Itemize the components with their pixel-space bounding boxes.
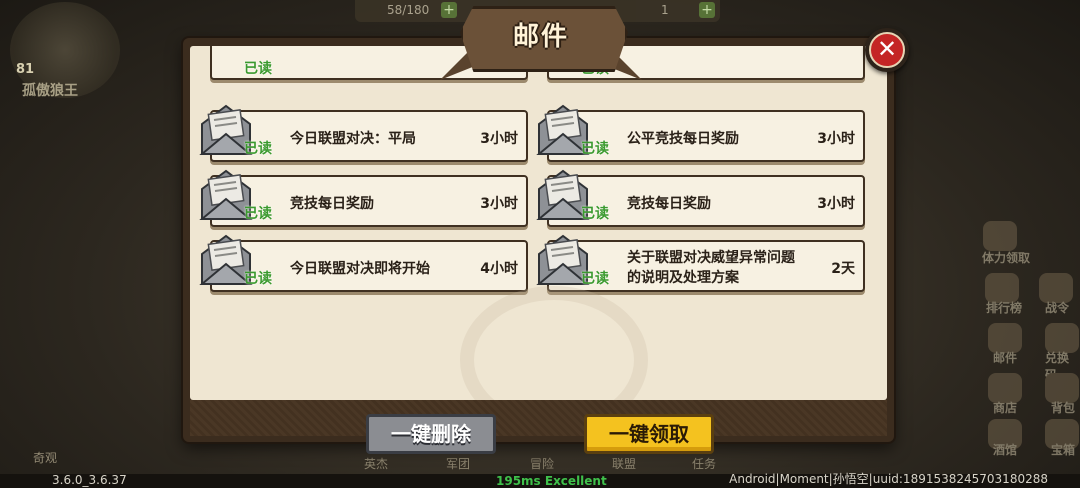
dialog-footer — [190, 400, 887, 436]
side-label-mail[interactable]: 邮件 — [993, 349, 1017, 366]
mail-age: 3小时 — [817, 131, 855, 147]
gem-value: 1 — [661, 3, 669, 17]
mail-age: 3小时 — [480, 131, 518, 147]
dialog-title: 邮件 — [512, 22, 569, 52]
side-menu: 体力领取 排行榜 战令 邮件 兑换码 商店 背包 酒馆 宝箱 — [915, 215, 1080, 458]
mail-age: 2天 — [831, 261, 855, 277]
side-label-leaderboard[interactable]: 排行榜 — [986, 299, 1022, 316]
nav-tasks[interactable]: 任务 — [692, 455, 716, 472]
mail-read-status: 已读 — [244, 141, 272, 157]
close-button[interactable]: ✕ — [865, 28, 909, 72]
add-stamina-button[interactable]: + — [441, 2, 457, 18]
side-label-stamina[interactable]: 体力领取 — [982, 249, 1030, 266]
mail-card[interactable]: 已读 竞技每日奖励 3小时 — [199, 169, 528, 227]
stamina-claim-icon[interactable] — [983, 221, 1017, 251]
side-label-chest[interactable]: 宝箱 — [1051, 441, 1075, 458]
mail-read-status: 已读 — [244, 271, 272, 287]
mail-age: 4小时 — [480, 261, 518, 277]
add-gem-button[interactable]: + — [699, 2, 715, 18]
mail-subject: 今日联盟对决：平局 — [290, 131, 416, 147]
mail-card[interactable]: 已读 竞技每日奖励 3小时 — [536, 169, 865, 227]
mail-card[interactable]: 已读 关于联盟对决威望异常问题的说明及处理方案 2天 — [536, 234, 865, 292]
mail-age: 3小时 — [817, 196, 855, 212]
side-label-backpack[interactable]: 背包 — [1051, 399, 1075, 416]
mail-read-status: 已读 — [581, 141, 609, 157]
mail-subject: 竞技每日奖励 — [290, 196, 374, 212]
nav-alliance[interactable]: 联盟 — [612, 455, 636, 472]
mail-read-status: 已读 — [581, 206, 609, 222]
nav-heroes[interactable]: 英杰 — [364, 455, 388, 472]
delete-all-button[interactable]: 一键删除 — [366, 414, 496, 454]
nav-wonders[interactable]: 奇观 — [33, 449, 57, 466]
mail-subject: 今日联盟对决即将开始 — [290, 261, 430, 277]
mail-subject: 公平竞技每日奖励 — [627, 131, 739, 147]
mail-list[interactable]: 已读 已读 已读 今日联盟对决：平局 3小时 已读 公平竞技每日奖励 3小时 — [190, 46, 887, 400]
stamina-value: 58/180 — [387, 3, 430, 17]
mail-read-status: 已读 — [244, 206, 272, 222]
nav-legion[interactable]: 军团 — [446, 455, 470, 472]
mail-read-status: 已读 — [244, 61, 272, 77]
version-text: 3.6.0_3.6.37 — [52, 473, 127, 487]
nav-adventure[interactable]: 冒险 — [530, 455, 554, 472]
mail-read-status: 已读 — [581, 271, 609, 287]
close-icon[interactable]: ✕ — [869, 32, 905, 68]
mail-card[interactable]: 已读 公平竞技每日奖励 3小时 — [536, 104, 865, 162]
claim-all-button[interactable]: 一键领取 — [584, 414, 714, 454]
mail-card[interactable]: 已读 今日联盟对决：平局 3小时 — [199, 104, 528, 162]
side-label-battle-pass[interactable]: 战令 — [1045, 299, 1069, 316]
mail-card[interactable]: 已读 今日联盟对决即将开始 4小时 — [199, 234, 528, 292]
mail-subject: 竞技每日奖励 — [627, 196, 711, 212]
mail-subject: 关于联盟对决威望异常问题的说明及处理方案 — [627, 250, 795, 286]
player-name: 孤傲狼王 — [22, 83, 78, 99]
player-level: 81 — [16, 62, 35, 77]
mail-age: 3小时 — [480, 196, 518, 212]
side-label-shop[interactable]: 商店 — [993, 399, 1017, 416]
side-label-tavern[interactable]: 酒馆 — [993, 441, 1017, 458]
ping-text: 195ms Excellent — [496, 474, 607, 488]
uid-text: Android|Moment|孙悟空|uuid:1891538245703180… — [729, 472, 1048, 486]
